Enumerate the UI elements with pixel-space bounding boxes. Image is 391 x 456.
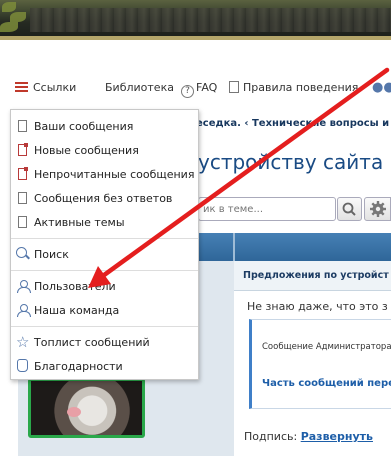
search-options-button[interactable] <box>364 197 391 221</box>
links-dropdown-menu: Ваши сообщения Новые сообщения Непрочита… <box>10 109 199 380</box>
menu-item-active-topics[interactable]: Активные темы <box>11 212 198 234</box>
thumbs-up-icon <box>17 359 28 372</box>
admin-message-box: Сообщение Администратора Часть сообщений… <box>249 319 391 409</box>
thread-title[interactable]: устройству сайта и <box>198 150 391 174</box>
star-icon: ☆ <box>16 333 30 351</box>
menu-item-our-team[interactable]: Наша команда <box>11 300 198 322</box>
admin-message-part-link[interactable]: Часть сообщений пере <box>262 378 391 389</box>
post-body-text: Не знаю даже, что это з <box>247 300 388 313</box>
signature-label: Подпись: <box>244 430 298 443</box>
nav-links-menu[interactable]: Ссылки <box>15 81 76 94</box>
nav-rules-label: Правила поведения <box>243 81 359 94</box>
forum-banner <box>0 0 391 40</box>
document-new-icon <box>18 143 28 156</box>
signature-expand-link[interactable]: Развернуть <box>301 430 373 443</box>
post-topic-title[interactable]: Предложения по устройст <box>243 270 389 281</box>
document-icon <box>18 192 27 204</box>
nav-faq[interactable]: ? FAQ <box>181 81 217 98</box>
search-icon <box>16 247 27 258</box>
menu-item-new-posts[interactable]: Новые сообщения <box>11 140 198 162</box>
search-input[interactable] <box>203 199 333 219</box>
menu-icon <box>15 82 28 92</box>
menu-item-search[interactable]: Поиск <box>11 244 198 266</box>
thread-search-box <box>198 197 336 221</box>
nav-rules[interactable]: Правила поведения <box>229 81 358 94</box>
document-icon <box>18 216 27 228</box>
document-unread-icon <box>18 167 28 180</box>
help-icon: ? <box>181 85 194 98</box>
menu-item-users[interactable]: Пользователи <box>11 276 198 298</box>
search-button[interactable] <box>337 197 362 221</box>
menu-divider <box>11 270 198 271</box>
nav-links-label: Ссылки <box>33 81 77 94</box>
avatar[interactable] <box>28 378 145 438</box>
breadcrumb[interactable]: еседка. ‹ Технические вопросы и <box>196 118 389 129</box>
menu-item-thanks[interactable]: Благодарности <box>11 356 198 378</box>
search-icon <box>342 202 356 216</box>
post-topic-header: Предложения по устройст <box>234 261 391 291</box>
users-icon[interactable]: ●● <box>372 80 391 95</box>
menu-item-your-posts[interactable]: Ваши сообщения <box>11 116 198 138</box>
document-icon <box>229 81 239 93</box>
menu-item-top-posts[interactable]: ☆ Топлист сообщений <box>11 332 198 354</box>
nav-bar: Ссылки Библиотека ? FAQ Правила поведения… <box>0 70 391 108</box>
menu-item-unread-posts[interactable]: Непрочитанные сообщения <box>11 164 198 186</box>
menu-divider <box>11 326 198 327</box>
document-icon <box>18 120 27 132</box>
nav-library[interactable]: Библиотека <box>105 81 174 94</box>
users-icon <box>17 280 31 293</box>
admin-message-title: Сообщение Администратора <box>262 342 391 352</box>
menu-divider <box>11 238 198 239</box>
team-icon <box>17 304 31 317</box>
signature-row: Подпись: Развернуть <box>244 430 373 443</box>
nav-faq-label: FAQ <box>196 81 218 94</box>
gear-icon <box>370 201 386 217</box>
menu-item-unanswered[interactable]: Сообщения без ответов <box>11 188 198 210</box>
